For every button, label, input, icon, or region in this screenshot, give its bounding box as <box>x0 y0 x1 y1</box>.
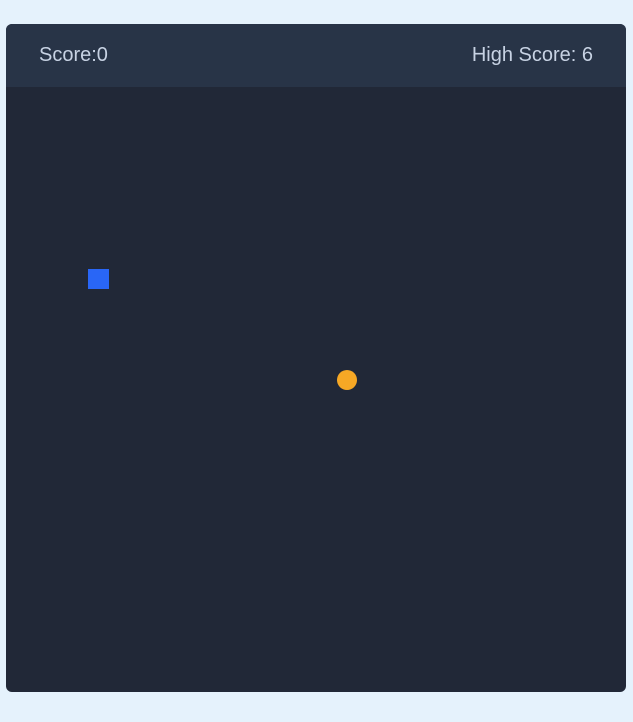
score-bar: Score:0 High Score: 6 <box>6 24 626 87</box>
game-container: Score:0 High Score: 6 <box>6 24 626 692</box>
game-board[interactable] <box>6 87 626 692</box>
food-item <box>337 370 357 390</box>
score-display: Score:0 <box>39 44 108 66</box>
high-score-display: High Score: 6 <box>471 44 593 66</box>
snake-head <box>88 269 109 289</box>
